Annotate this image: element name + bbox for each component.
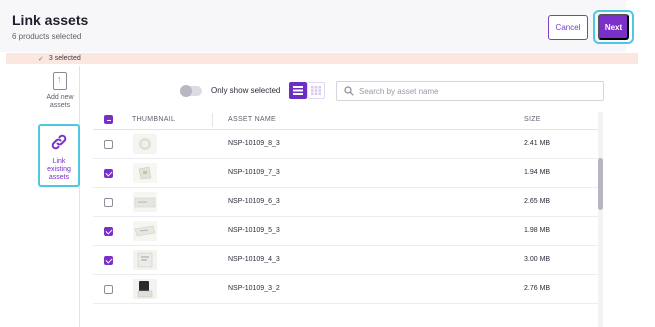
asset-thumbnail xyxy=(133,221,157,241)
upload-file-icon: ↑ xyxy=(53,72,67,90)
row-checkbox[interactable] xyxy=(104,140,113,149)
page-subtitle: 6 products selected xyxy=(12,32,82,41)
asset-name: NSP-10109_5_3 xyxy=(228,227,280,234)
sidebar-item-label: Link existing assets xyxy=(47,158,71,181)
only-show-selected-toggle[interactable] xyxy=(180,85,202,97)
cancel-button[interactable]: Cancel xyxy=(548,15,588,40)
table-scrollbar-track[interactable] xyxy=(598,112,603,327)
table-row[interactable]: NSP-10109_4_3 3.00 MB xyxy=(93,246,598,275)
grid-view-button[interactable] xyxy=(307,82,325,99)
asset-name: NSP-10109_7_3 xyxy=(228,169,280,176)
table-row[interactable]: NSP-10109_5_3 1.98 MB xyxy=(93,217,598,246)
selection-count: 3 selected xyxy=(48,55,81,62)
sidebar-item-add-new-assets[interactable]: ↑ Add new assets xyxy=(40,72,80,118)
asset-thumbnail xyxy=(133,279,157,299)
asset-size: 2.41 MB xyxy=(524,140,551,147)
asset-size: 1.98 MB xyxy=(524,227,551,234)
next-button[interactable]: Next xyxy=(598,14,629,40)
asset-name: NSP-10109_8_3 xyxy=(228,140,280,147)
table-row[interactable]: NSP-10109_3_2 2.76 MB xyxy=(93,275,598,304)
grid-view-icon xyxy=(311,86,321,95)
row-checkbox[interactable] xyxy=(104,285,113,294)
page-title: Link assets xyxy=(12,12,89,28)
check-icon: ✓ xyxy=(38,55,44,63)
asset-size: 1.94 MB xyxy=(524,169,551,176)
column-divider xyxy=(212,113,213,127)
asset-thumbnail xyxy=(133,250,157,270)
row-checkbox[interactable] xyxy=(104,198,113,207)
sidebar-item-link-existing-assets[interactable]: Link existing assets xyxy=(38,124,80,187)
column-header-size: SIZE xyxy=(524,116,541,123)
row-checkbox[interactable] xyxy=(104,227,113,236)
asset-thumbnail xyxy=(133,163,157,183)
table-row[interactable]: NSP-10109_6_3 2.65 MB xyxy=(93,188,598,217)
table-header: THUMBNAIL ASSET NAME SIZE xyxy=(93,110,598,130)
search-icon xyxy=(344,86,354,96)
asset-thumbnail xyxy=(133,134,157,154)
column-header-asset-name: ASSET NAME xyxy=(228,116,276,123)
table-row[interactable]: NSP-10109_7_3 1.94 MB xyxy=(93,159,598,188)
list-view-icon xyxy=(293,86,303,95)
row-checkbox[interactable] xyxy=(104,169,113,178)
sidebar-item-label: Add new assets xyxy=(46,94,74,109)
select-all-checkbox[interactable] xyxy=(104,115,113,124)
row-checkbox[interactable] xyxy=(104,256,113,265)
link-icon xyxy=(51,134,67,150)
column-header-thumbnail: THUMBNAIL xyxy=(132,116,176,123)
asset-size: 2.76 MB xyxy=(524,285,551,292)
asset-name: NSP-10109_3_2 xyxy=(228,285,280,292)
asset-size: 3.00 MB xyxy=(524,256,551,263)
search-input[interactable] xyxy=(359,85,599,98)
asset-thumbnail xyxy=(133,192,157,212)
asset-name: NSP-10109_4_3 xyxy=(228,256,280,263)
asset-name: NSP-10109_6_3 xyxy=(228,198,280,205)
table-row[interactable]: NSP-10109_8_3 2.41 MB xyxy=(93,130,598,159)
page-header: Link assets 6 products selected xyxy=(0,0,626,52)
table-scrollbar-thumb[interactable] xyxy=(598,158,603,210)
list-view-button[interactable] xyxy=(289,82,307,99)
asset-size: 2.65 MB xyxy=(524,198,551,205)
toggle-knob xyxy=(180,85,192,97)
toggle-label: Only show selected xyxy=(211,86,281,95)
search-box xyxy=(336,81,604,101)
selection-banner: ✓ 3 selected xyxy=(6,53,638,64)
